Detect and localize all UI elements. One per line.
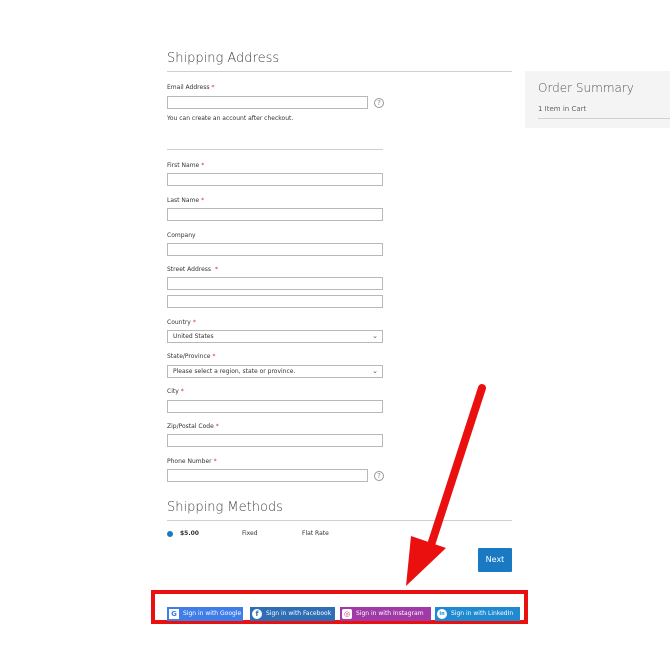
annotation-arrow bbox=[406, 384, 486, 586]
arrow-shaft bbox=[426, 384, 486, 552]
arrow-head bbox=[406, 536, 446, 586]
